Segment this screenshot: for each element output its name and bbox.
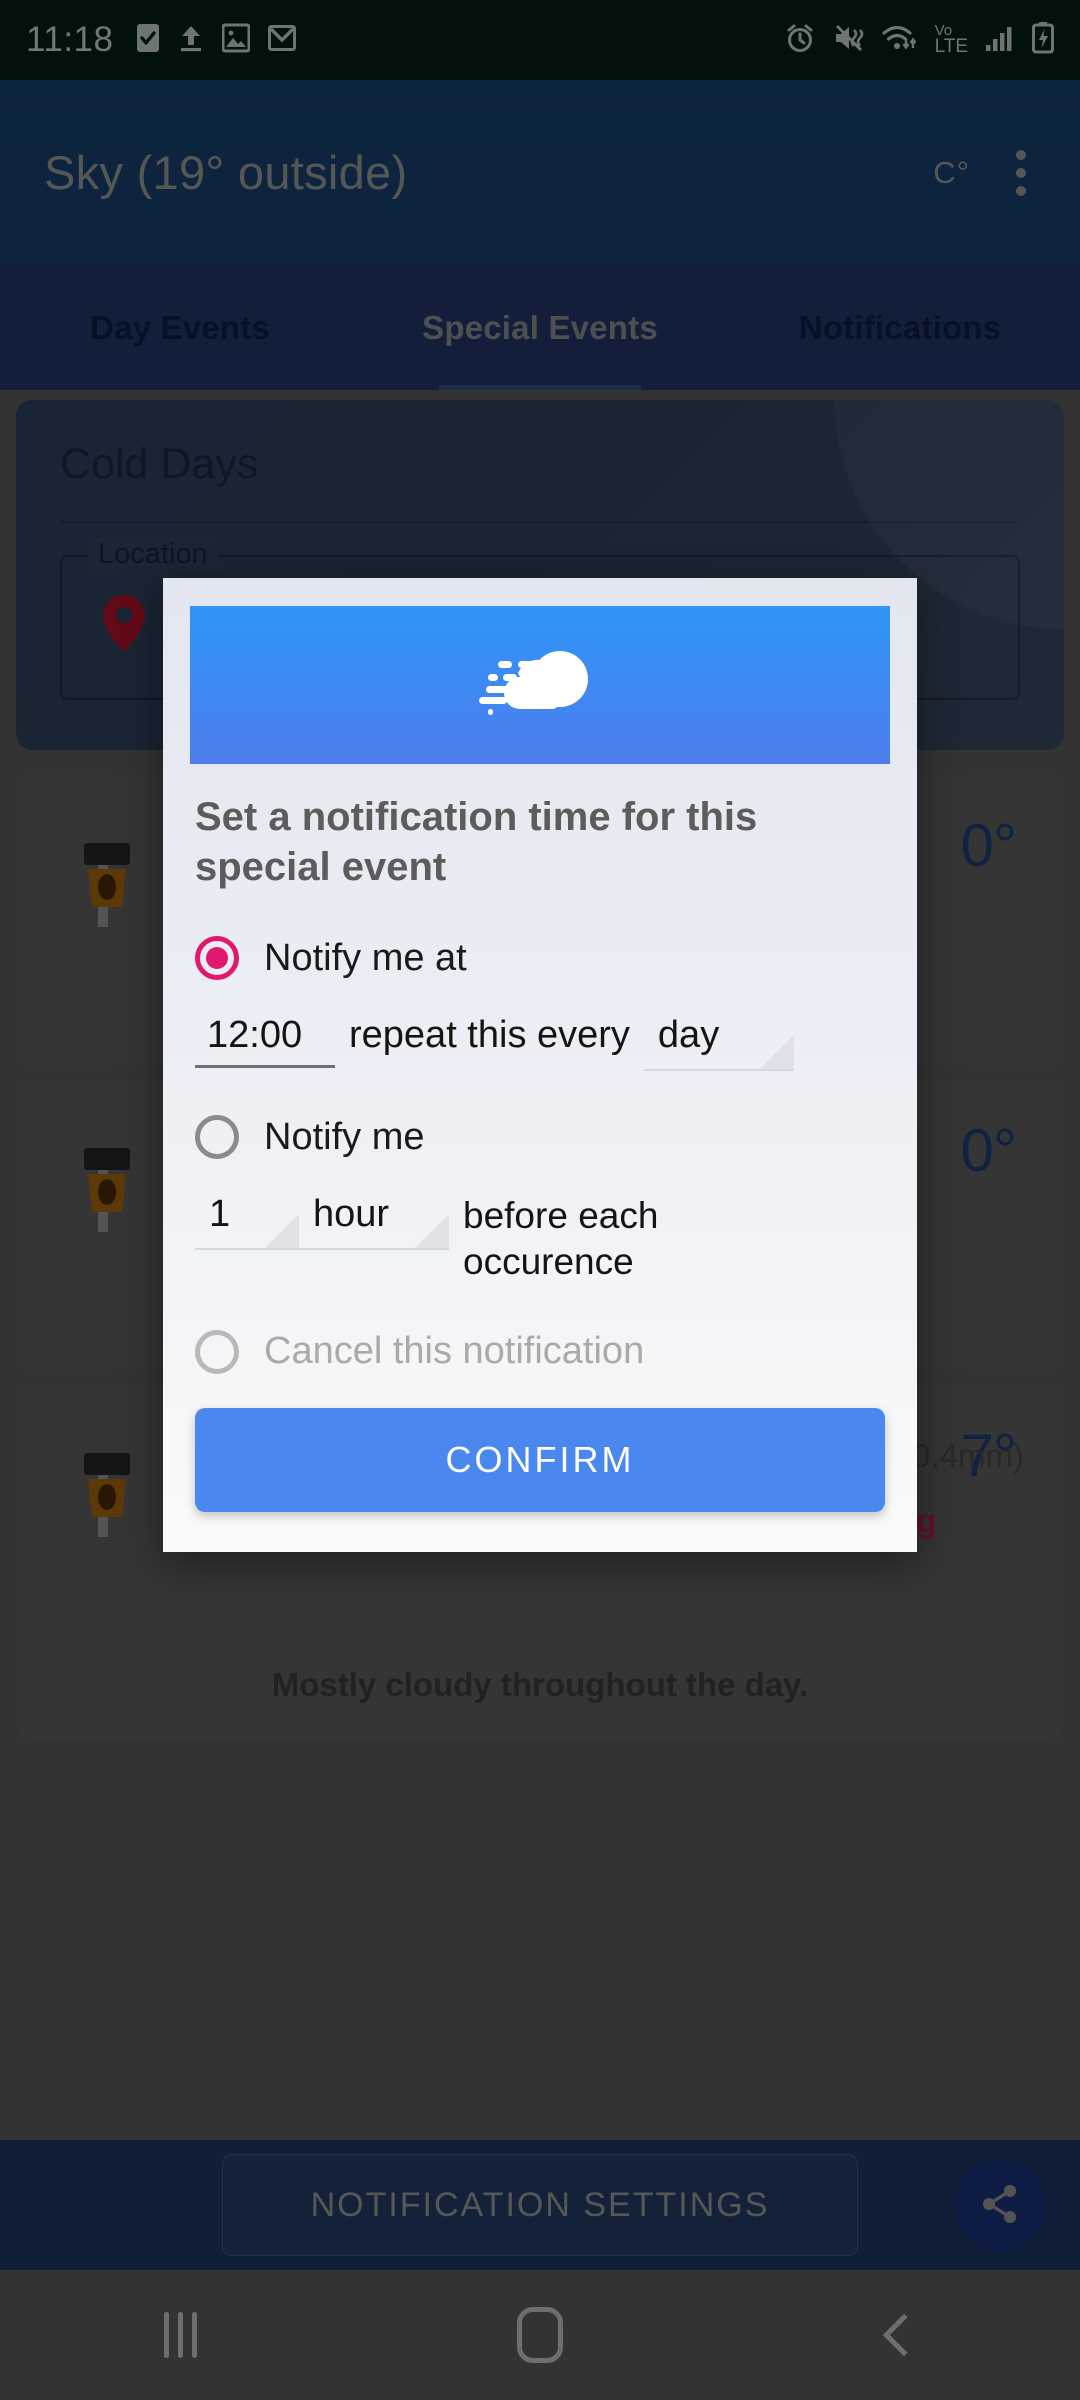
radio-notify-at[interactable] bbox=[195, 936, 239, 980]
option-notify-before[interactable]: Notify me bbox=[195, 1115, 885, 1159]
notify-before-fields: 1 hour before each occurence bbox=[195, 1193, 885, 1286]
radio-notify-before[interactable] bbox=[195, 1115, 239, 1159]
before-amount-spinner[interactable]: 1 bbox=[195, 1193, 299, 1250]
before-unit-spinner[interactable]: hour bbox=[299, 1193, 449, 1250]
radio-notify-at-label: Notify me at bbox=[264, 936, 467, 979]
windy-cloud-logo-icon bbox=[474, 639, 606, 732]
notification-time-dialog: Set a notification time for this special… bbox=[163, 578, 917, 1552]
screen-root: 11:18 Vo LTE Sky (19° outside) C° Day Ev… bbox=[0, 0, 1080, 2400]
notify-time-input[interactable]: 12:00 bbox=[195, 1014, 335, 1068]
radio-cancel-notification-label: Cancel this notification bbox=[264, 1330, 645, 1372]
radio-notify-before-label: Notify me bbox=[264, 1115, 425, 1158]
dialog-title: Set a notification time for this special… bbox=[195, 795, 758, 889]
option-cancel-notification[interactable]: Cancel this notification bbox=[195, 1329, 885, 1374]
dialog-banner bbox=[190, 606, 890, 764]
repeat-label: repeat this every bbox=[349, 1014, 630, 1056]
notify-at-fields: 12:00 repeat this every day bbox=[195, 1014, 885, 1071]
radio-cancel-notification[interactable] bbox=[195, 1329, 239, 1374]
repeat-interval-spinner[interactable]: day bbox=[643, 1014, 794, 1071]
dialog-actions: CONFIRM bbox=[163, 1374, 917, 1552]
dialog-body: Set a notification time for this special… bbox=[163, 764, 917, 1374]
confirm-button[interactable]: CONFIRM bbox=[195, 1407, 885, 1512]
before-occurrence-label: before each occurence bbox=[463, 1195, 659, 1283]
option-notify-at[interactable]: Notify me at bbox=[195, 936, 885, 980]
